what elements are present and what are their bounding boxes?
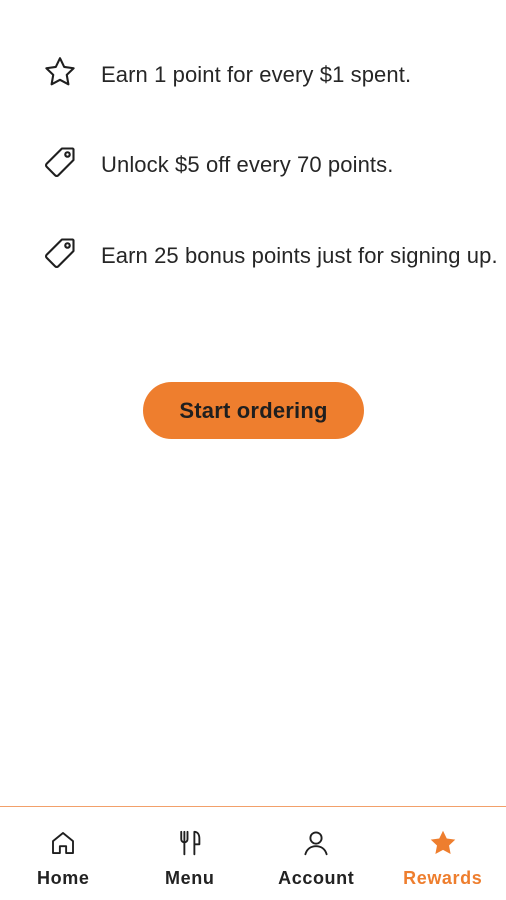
tag-icon xyxy=(44,147,75,178)
tab-menu[interactable]: Menu xyxy=(127,807,254,900)
tab-label: Home xyxy=(37,868,90,888)
benefit-item-points: Earn 1 point for every $1 spent. xyxy=(0,50,506,100)
person-icon xyxy=(304,831,328,856)
tab-home[interactable]: Home xyxy=(0,807,127,900)
benefit-text: Earn 25 bonus points just for signing up… xyxy=(101,243,498,268)
start-ordering-button[interactable]: Start ordering xyxy=(143,382,364,439)
benefit-text: Unlock $5 off every 70 points. xyxy=(101,152,394,177)
tab-label: Rewards xyxy=(403,868,483,888)
benefit-item-bonus: Earn 25 bonus points just for signing up… xyxy=(0,231,506,331)
tab-rewards[interactable]: Rewards xyxy=(380,807,506,900)
benefit-text: Earn 1 point for every $1 spent. xyxy=(101,62,412,87)
rewards-screen: Earn 1 point for every $1 spent. Unlock … xyxy=(0,0,506,900)
tab-label: Account xyxy=(278,868,355,888)
star-filled-icon xyxy=(430,830,455,854)
fork-knife-icon xyxy=(180,830,201,856)
tag-icon xyxy=(44,238,75,269)
star-outline-icon xyxy=(45,57,75,86)
home-icon xyxy=(52,832,75,854)
tab-account[interactable]: Account xyxy=(253,807,380,900)
benefit-item-discount: Unlock $5 off every 70 points. xyxy=(0,140,506,190)
tab-label: Menu xyxy=(165,868,215,888)
bottom-tab-bar: Home Menu Account Rewards xyxy=(0,806,506,900)
